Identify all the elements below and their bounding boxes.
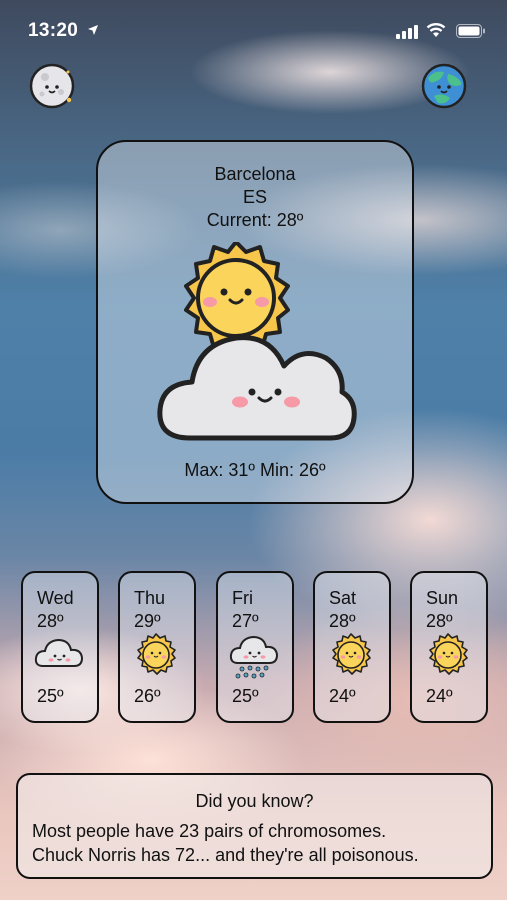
forecast-day: Wed bbox=[37, 588, 74, 608]
sun-icon bbox=[332, 633, 371, 675]
forecast-min: 24º bbox=[329, 686, 356, 706]
forecast-min: 26º bbox=[134, 686, 161, 706]
city-name: Barcelona bbox=[214, 164, 296, 184]
forecast-min: 25º bbox=[37, 686, 64, 706]
forecast-card-sun[interactable]: Sun 28º 24º bbox=[410, 571, 488, 723]
earth-button[interactable] bbox=[420, 62, 468, 110]
moon-icon bbox=[29, 63, 75, 109]
forecast-card-fri[interactable]: Fri 27º 25º bbox=[216, 571, 294, 723]
max-min-temperature: Max: 31º Min: 26º bbox=[184, 460, 326, 480]
forecast-card-thu[interactable]: Thu 29º 26º bbox=[118, 571, 196, 723]
fact-title: Did you know? bbox=[195, 791, 314, 811]
moon-button[interactable] bbox=[28, 62, 76, 110]
forecast-day: Fri bbox=[232, 588, 253, 608]
forecast-max: 28º bbox=[37, 611, 64, 631]
did-you-know-card[interactable]: Did you know? Most people have 23 pairs … bbox=[16, 773, 493, 879]
forecast-max: 27º bbox=[232, 611, 259, 631]
cloud-icon bbox=[34, 638, 84, 667]
fact-text-line-1: Most people have 23 pairs of chromosomes… bbox=[32, 821, 387, 841]
forecast-max: 28º bbox=[426, 611, 453, 631]
status-bar: 13:20 bbox=[0, 0, 507, 60]
signal-icon bbox=[396, 25, 418, 39]
sun-icon bbox=[429, 633, 468, 675]
forecast-card-wed[interactable]: Wed 28º 25º bbox=[21, 571, 99, 723]
forecast-card-sat[interactable]: Sat 28º 24º bbox=[313, 571, 391, 723]
battery-icon bbox=[456, 24, 485, 38]
wifi-icon bbox=[426, 23, 446, 37]
fact-text-line-2: Chuck Norris has 72... and they're all p… bbox=[32, 845, 419, 865]
location-arrow-icon bbox=[88, 25, 98, 35]
rain-cloud-icon bbox=[229, 635, 279, 679]
forecast-max: 29º bbox=[134, 611, 161, 631]
forecast-day: Thu bbox=[134, 588, 166, 608]
country-code: ES bbox=[242, 187, 267, 207]
status-time: 13:20 bbox=[28, 20, 79, 41]
forecast-day: Sun bbox=[426, 588, 459, 608]
forecast-max: 28º bbox=[329, 611, 356, 631]
current-weather-card: Barcelona ES Current: 28º Max: 31º Min: … bbox=[96, 140, 414, 504]
forecast-min: 24º bbox=[426, 686, 453, 706]
current-temperature: Current: 28º bbox=[206, 210, 304, 230]
forecast-day: Sat bbox=[329, 588, 357, 608]
earth-icon bbox=[421, 63, 467, 109]
sun-icon bbox=[137, 633, 176, 675]
forecast-min: 25º bbox=[232, 686, 259, 706]
sun-behind-cloud-icon bbox=[157, 242, 357, 441]
